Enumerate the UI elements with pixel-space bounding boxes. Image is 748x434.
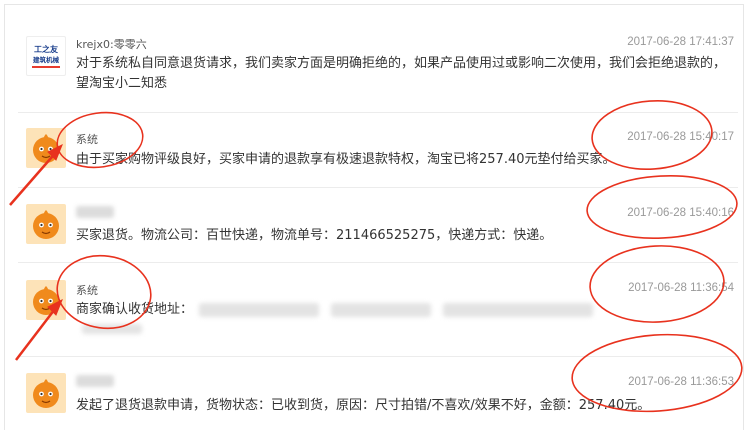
taobao-mascot-icon <box>26 280 66 320</box>
message-text-label: 商家确认收货地址： <box>76 302 194 317</box>
divider <box>18 356 738 357</box>
avatar <box>26 373 66 413</box>
taobao-mascot-icon <box>26 373 66 413</box>
address-redacted-line2 <box>82 324 142 334</box>
sender-name-redacted <box>76 375 114 387</box>
avatar <box>26 280 66 320</box>
message-text: 商家确认收货地址： <box>76 300 599 320</box>
address-redacted <box>331 302 432 317</box>
avatar <box>26 128 66 168</box>
timestamp: 2017-06-28 17:41:37 <box>627 36 734 48</box>
timestamp: 2017-06-28 11:36:53 <box>628 376 734 388</box>
taobao-mascot-icon <box>26 128 66 168</box>
timestamp: 2017-06-28 15:40:16 <box>627 207 734 219</box>
message-text: 由于买家购物评级良好，买家申请的退款享有极速退款特权，淘宝已将257.40元垫付… <box>76 152 616 167</box>
sender-name[interactable]: 系统 <box>76 131 98 147</box>
shop-logo: 工之友 建筑机械 <box>26 36 66 76</box>
message-text: 对于系统私自同意退货请求，我们卖家方面是明确拒绝的，如果产品使用过或影响二次使用… <box>76 56 727 91</box>
taobao-mascot-icon <box>26 204 66 244</box>
timestamp: 2017-06-28 15:40:17 <box>627 131 734 143</box>
sender-name-redacted <box>76 206 114 218</box>
message-text: 买家退货。物流公司：百世快递，物流单号：211466525275，快递方式：快递… <box>76 228 553 243</box>
timestamp: 2017-06-28 11:36:54 <box>628 282 734 294</box>
divider <box>18 112 738 113</box>
logo-text-1: 工之友 <box>34 44 58 54</box>
sender-name[interactable]: krejx0:零零六 <box>76 36 147 52</box>
sender-name[interactable]: 系统 <box>76 282 98 298</box>
avatar <box>26 204 66 244</box>
logo-text-2: 建筑机械 <box>32 55 60 64</box>
message-text: 发起了退货退款申请，货物状态：已收到货，原因：尺寸拍错/不喜欢/效果不好，金额：… <box>76 398 651 413</box>
address-redacted <box>199 302 320 317</box>
divider <box>18 187 738 188</box>
divider <box>18 262 738 263</box>
address-redacted <box>443 302 594 317</box>
